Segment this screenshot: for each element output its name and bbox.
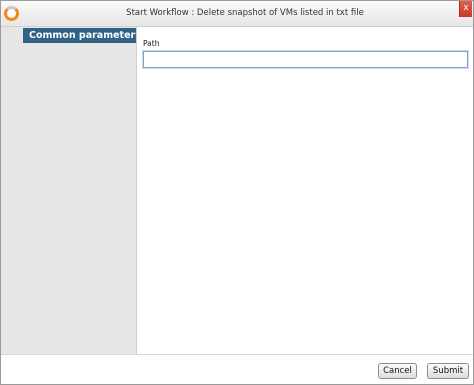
workflow-dialog: Start Workflow : Delete snapshot of VMs … (0, 0, 474, 385)
path-label: Path (143, 39, 160, 48)
parameters-panel: Path (137, 27, 473, 354)
sidebar-item-common-parameters[interactable]: Common parameters (23, 28, 136, 43)
sidebar: Common parameters (1, 27, 137, 354)
path-input[interactable] (142, 50, 469, 69)
window-title: Start Workflow : Delete snapshot of VMs … (126, 8, 364, 18)
title-bar[interactable]: Start Workflow : Delete snapshot of VMs … (1, 1, 473, 27)
cancel-button[interactable]: Cancel (378, 363, 417, 379)
submit-button[interactable]: Submit (427, 363, 469, 379)
close-icon[interactable]: x (459, 1, 472, 17)
dialog-footer: Cancel Submit (1, 354, 473, 384)
